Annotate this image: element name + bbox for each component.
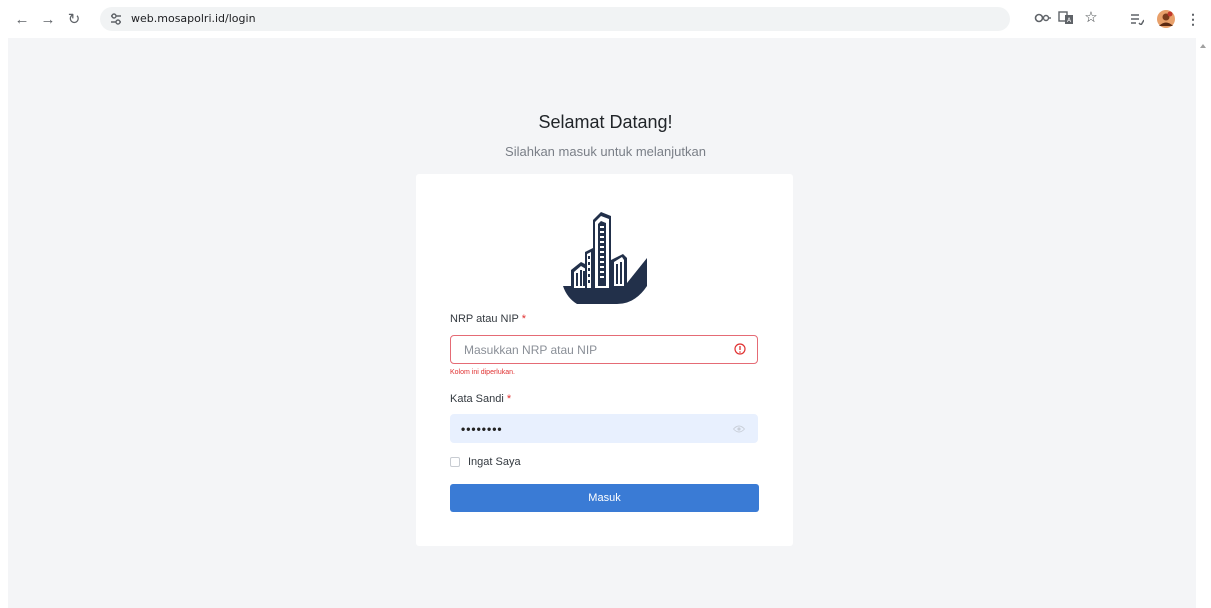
bookmark-star-icon[interactable]: ☆	[1083, 9, 1099, 26]
password-label-text: Kata Sandi	[450, 393, 504, 405]
url-text[interactable]: web.mosapolri.id/login	[131, 12, 256, 25]
error-alert-icon	[734, 343, 746, 355]
nrp-error-message: Kolom ini diperlukan.	[450, 369, 515, 376]
remember-checkbox[interactable]	[450, 457, 460, 467]
reading-list-icon[interactable]	[1129, 10, 1145, 28]
nrp-label: NRP atau NIP *	[450, 313, 526, 325]
nrp-placeholder: Masukkan NRP atau NIP	[464, 342, 598, 357]
reload-icon[interactable]: ↻	[64, 9, 84, 29]
forward-icon[interactable]: →	[38, 9, 58, 29]
required-asterisk: *	[521, 313, 527, 325]
required-asterisk: *	[506, 393, 512, 405]
password-value: ••••••••	[461, 421, 503, 436]
remember-me[interactable]: Ingat Saya	[450, 456, 521, 468]
eye-icon[interactable]	[733, 425, 745, 433]
profile-avatar-icon[interactable]	[1156, 9, 1176, 29]
translate-icon[interactable]: A	[1058, 11, 1074, 25]
page-title: Selamat Datang!	[538, 112, 673, 132]
page-subtitle: Silahkan masuk untuk melanjutkan	[505, 144, 706, 159]
site-settings-icon[interactable]	[109, 11, 123, 27]
menu-kebab-icon[interactable]: ⋮	[1186, 10, 1200, 28]
address-bar[interactable]: web.mosapolri.id/login	[100, 7, 1010, 31]
nrp-label-text: NRP atau NIP	[450, 313, 519, 325]
scroll-up-arrow-icon[interactable]	[1200, 44, 1206, 48]
browser-toolbar: ← → ↻ web.mosapolri.id/login A ☆ ⋮	[0, 0, 1211, 38]
password-key-icon[interactable]	[1034, 11, 1052, 25]
password-label: Kata Sandi *	[450, 393, 511, 405]
remember-label: Ingat Saya	[468, 456, 521, 468]
login-button[interactable]: Masuk	[450, 484, 759, 512]
nrp-input[interactable]: Masukkan NRP atau NIP	[450, 335, 758, 364]
password-input[interactable]: ••••••••	[450, 414, 758, 443]
building-logo-icon	[563, 212, 647, 304]
back-icon[interactable]: ←	[12, 9, 32, 29]
